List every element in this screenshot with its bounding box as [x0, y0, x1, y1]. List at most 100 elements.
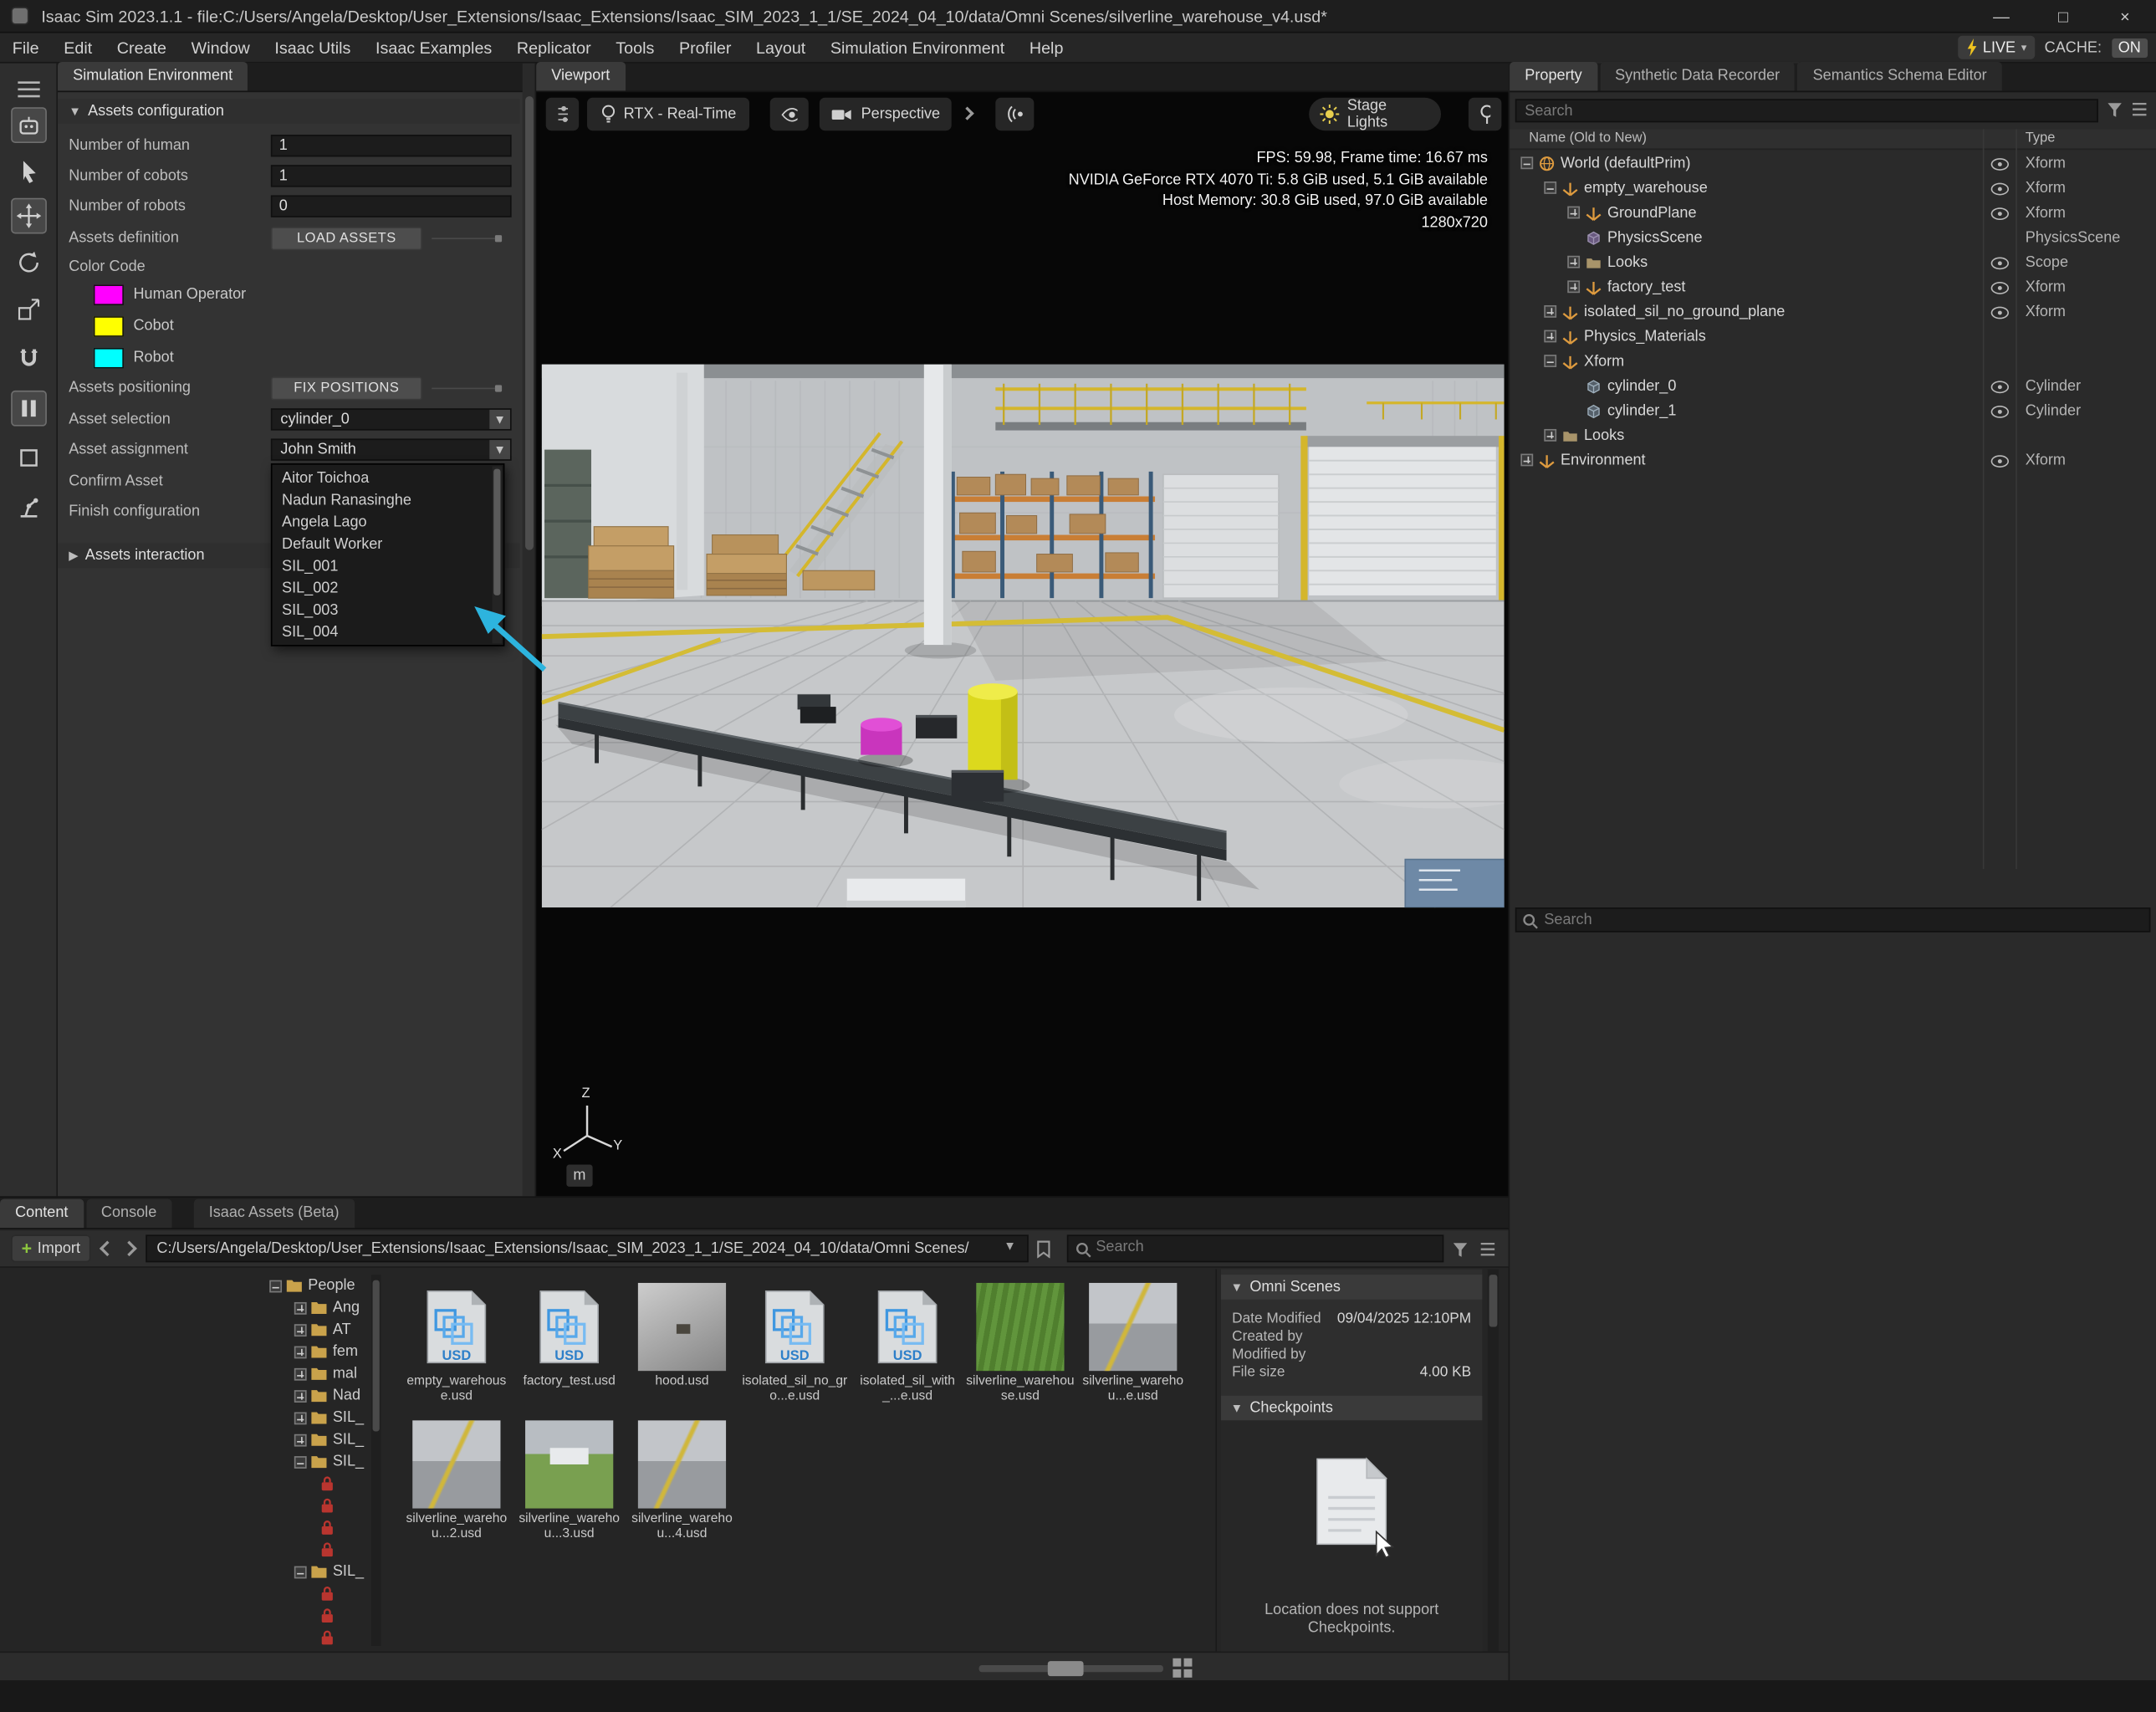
prim-name[interactable]: cylinder_0 — [1607, 374, 1676, 399]
asset-assignment-dropdown[interactable]: John Smith ▼ — [271, 438, 512, 460]
menu-file[interactable]: File — [0, 33, 51, 63]
folder-row[interactable]: SIL_ — [0, 1451, 371, 1473]
visibility-eye-icon[interactable] — [1990, 156, 2009, 172]
dropdown-option[interactable]: Default Worker — [273, 534, 493, 555]
prim-name[interactable]: PhysicsScene — [1607, 226, 1703, 251]
folder-name[interactable]: People — [308, 1275, 355, 1296]
locked-file-row[interactable] — [0, 1516, 371, 1538]
viewport-settings-button[interactable] — [546, 98, 579, 130]
reset-dot[interactable] — [495, 235, 502, 242]
live-sync-button[interactable]: LIVE ▾ — [1958, 36, 2035, 59]
stage-lights-button[interactable]: Stage Lights — [1309, 98, 1441, 130]
menu-isaac-examples[interactable]: Isaac Examples — [363, 33, 504, 63]
menu-layout[interactable]: Layout — [743, 33, 818, 63]
expand-icon[interactable] — [1567, 280, 1580, 293]
stage-tree-row[interactable]: Looks Scope — [1510, 250, 2156, 275]
locked-file-row[interactable] — [0, 1605, 371, 1627]
stage-tree-row[interactable]: cylinder_0 Cylinder — [1510, 374, 2156, 399]
folder-name[interactable]: Ang — [333, 1296, 360, 1318]
locked-file-row[interactable] — [0, 1539, 371, 1561]
menu-window[interactable]: Window — [179, 33, 263, 63]
visibility-eye-icon[interactable] — [1990, 180, 2009, 197]
minimize-button[interactable]: — — [1970, 0, 2032, 33]
prim-name[interactable]: cylinder_1 — [1607, 399, 1676, 424]
folder-name[interactable]: mal — [333, 1362, 357, 1384]
prim-name[interactable]: Looks — [1607, 250, 1648, 275]
tab-console[interactable]: Console — [86, 1199, 172, 1229]
expand-icon[interactable] — [294, 1324, 307, 1336]
folder-name[interactable]: SIL_ — [333, 1451, 364, 1473]
path-field[interactable]: C:/Users/Angela/Desktop/User_Extensions/… — [146, 1234, 1029, 1262]
column-type[interactable]: Type — [2026, 130, 2056, 146]
locked-file-row[interactable] — [0, 1627, 371, 1648]
expand-icon[interactable] — [294, 1390, 307, 1403]
prim-name[interactable]: GroundPlane — [1607, 201, 1697, 226]
expand-icon[interactable] — [1544, 330, 1556, 343]
stage-tree-row[interactable]: factory_test Xform — [1510, 275, 2156, 300]
locked-file-row[interactable] — [0, 1582, 371, 1604]
cache-state-badge[interactable]: ON — [2112, 38, 2148, 57]
folder-row[interactable]: SIL_ — [0, 1428, 371, 1450]
expand-icon[interactable] — [294, 1347, 307, 1359]
expand-icon[interactable] — [1567, 207, 1580, 219]
select-tool-icon[interactable] — [11, 154, 47, 190]
asset-selection-dropdown[interactable]: cylinder_0 ▼ — [271, 408, 512, 430]
renderer-dropdown[interactable]: RTX - Real-Time — [587, 98, 749, 130]
rotate-tool-icon[interactable] — [11, 245, 47, 281]
omni-scenes-section[interactable]: ▼Omni Scenes — [1221, 1275, 1482, 1300]
menu-edit[interactable]: Edit — [51, 33, 105, 63]
folder-name[interactable]: Nad — [333, 1385, 360, 1407]
stop-tool-icon[interactable] — [11, 440, 47, 476]
locked-file-row[interactable] — [0, 1473, 371, 1495]
tab-simulation-environment[interactable]: Simulation Environment — [58, 62, 248, 91]
warehouse-3d-scene[interactable] — [542, 365, 1505, 907]
column-name[interactable]: Name (Old to New) — [1529, 130, 1647, 146]
menu-replicator[interactable]: Replicator — [504, 33, 603, 63]
stage-tree-row[interactable]: isolated_sil_no_ground_plane Xform — [1510, 299, 2156, 325]
visibility-eye-icon[interactable] — [1990, 205, 2009, 222]
dropdown-option[interactable]: SIL_004 — [273, 621, 493, 643]
menu-isaac-utils[interactable]: Isaac Utils — [263, 33, 364, 63]
content-scrollbar[interactable] — [1488, 1270, 1499, 1652]
path-dropdown-icon[interactable]: ▼ — [1004, 1239, 1016, 1252]
file-item[interactable]: USD empty_warehouse.usd — [401, 1280, 512, 1418]
light-settings-button[interactable] — [1469, 98, 1501, 130]
menu-create[interactable]: Create — [105, 33, 179, 63]
dropdown-option[interactable]: SIL_002 — [273, 578, 493, 600]
slider-handle[interactable] — [1048, 1661, 1084, 1676]
tree-scrollbar[interactable] — [371, 1275, 381, 1646]
stage-tree-row[interactable]: empty_warehouse Xform — [1510, 176, 2156, 201]
locked-file-row[interactable] — [0, 1495, 371, 1516]
visibility-eye-icon[interactable] — [1990, 304, 2009, 320]
close-button[interactable]: × — [2094, 0, 2156, 33]
capture-button[interactable] — [995, 98, 1034, 130]
dropdown-option[interactable]: Nadun Ranasinghe — [273, 489, 493, 511]
menu-simulation-environment[interactable]: Simulation Environment — [818, 33, 1017, 63]
filter-icon[interactable] — [2107, 102, 2123, 123]
stage-tree-row[interactable]: Xform — [1510, 350, 2156, 375]
hamburger-menu-icon[interactable] — [11, 71, 47, 107]
tab-content[interactable]: Content — [0, 1199, 84, 1229]
collapse-icon[interactable] — [1520, 156, 1533, 169]
chevron-right-icon[interactable] — [963, 109, 973, 119]
menu-profiler[interactable]: Profiler — [667, 33, 743, 63]
stage-tree-row[interactable]: cylinder_1 Cylinder — [1510, 399, 2156, 424]
file-item[interactable]: silverline_warehou...e.usd — [1078, 1280, 1188, 1418]
dropdown-option[interactable]: SIL_003 — [273, 600, 493, 621]
view-options-icon[interactable] — [1479, 1242, 1496, 1261]
folder-row[interactable]: SIL_ — [0, 1407, 371, 1428]
folder-row[interactable]: Ang — [0, 1296, 371, 1318]
visibility-eye-icon[interactable] — [1990, 279, 2009, 296]
manipulator-arm-tool-icon[interactable] — [11, 489, 47, 525]
folder-row[interactable]: mal — [0, 1362, 371, 1384]
prim-name[interactable]: Looks — [1584, 423, 1624, 448]
folder-row[interactable]: AT — [0, 1319, 371, 1341]
expand-icon[interactable] — [294, 1302, 307, 1315]
unit-badge[interactable]: m — [566, 1165, 592, 1187]
file-item[interactable]: silverline_warehou...4.usd — [627, 1418, 738, 1555]
collapse-icon[interactable] — [294, 1566, 307, 1579]
content-search-field[interactable] — [1067, 1234, 1443, 1262]
expand-icon[interactable] — [1544, 305, 1556, 318]
tab-semantics-schema-editor[interactable]: Semantics Schema Editor — [1798, 62, 2002, 91]
folder-row[interactable]: Nad — [0, 1385, 371, 1407]
